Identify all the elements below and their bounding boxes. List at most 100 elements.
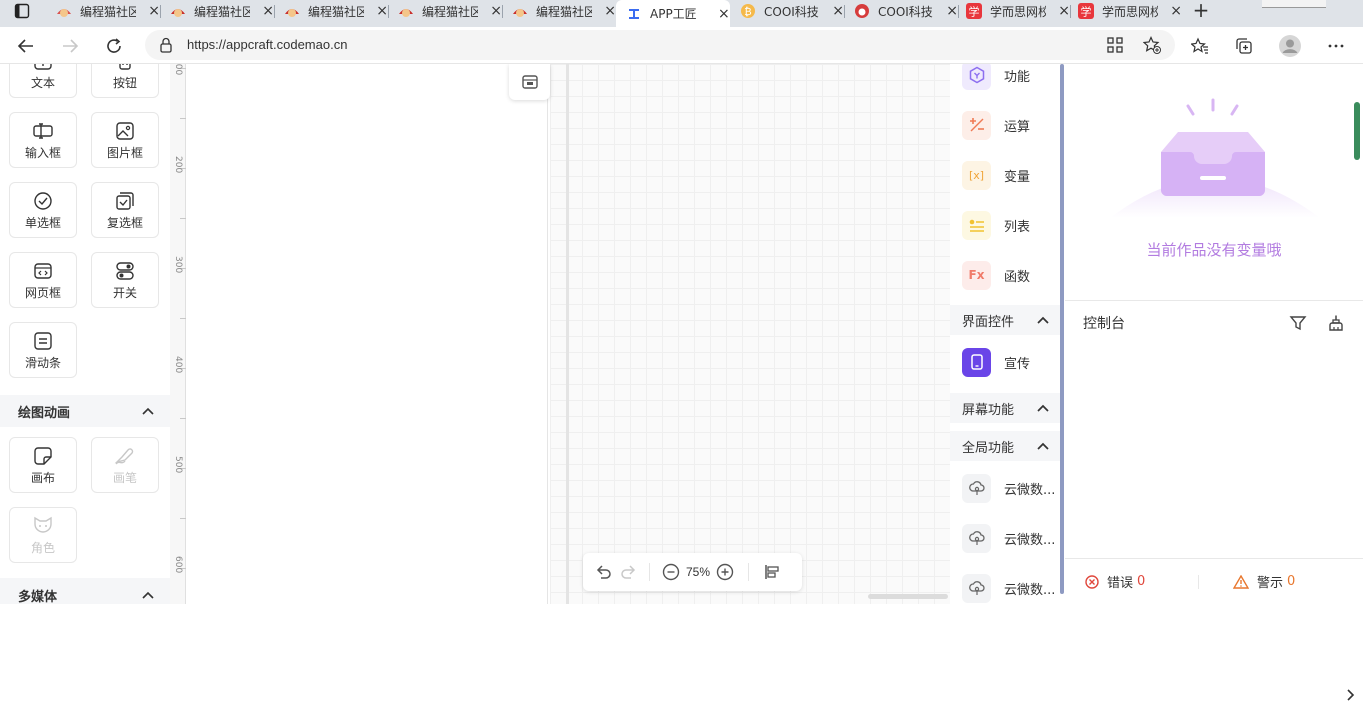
warning-counter[interactable]: 警示 0 <box>1199 572 1295 591</box>
filter-icon[interactable] <box>1289 314 1307 332</box>
browser-tab[interactable]: 编程猫社区 × <box>160 0 274 22</box>
close-icon[interactable]: × <box>490 3 502 19</box>
error-icon <box>1085 574 1099 589</box>
category-list[interactable]: 列表 <box>950 200 1063 250</box>
workspace-divider[interactable] <box>566 64 569 604</box>
vertical-scrollbar[interactable] <box>1354 102 1360 160</box>
zoom-level: 75% <box>686 565 711 579</box>
fx-icon: Fx <box>962 260 991 290</box>
add-favorite-icon[interactable] <box>1143 36 1161 54</box>
cat-favicon-icon <box>56 3 72 19</box>
blocks-workspace[interactable] <box>550 64 950 604</box>
category-variable[interactable]: [x] 变量 <box>950 150 1063 200</box>
tab-title: 编程猫社区 <box>80 4 137 19</box>
minimize-button[interactable] <box>1262 0 1296 8</box>
category-operation[interactable]: 运算 <box>950 100 1063 150</box>
svg-text:₿: ₿ <box>744 6 751 18</box>
section-header-media[interactable]: 多媒体 <box>0 578 170 604</box>
cloud-database-icon <box>962 573 991 603</box>
reload-button[interactable] <box>100 32 128 60</box>
section-title: 界面控件 <box>962 314 1015 330</box>
xue-favicon-icon: 学 <box>966 3 982 19</box>
component-image[interactable]: 图片框 <box>91 112 159 168</box>
close-icon[interactable]: × <box>946 3 958 19</box>
tab-actions-menu-button[interactable] <box>0 0 44 22</box>
new-tab-button[interactable]: + <box>1187 0 1215 22</box>
close-icon[interactable]: × <box>1058 3 1070 19</box>
browser-tab[interactable]: 学 学而思网校 × <box>958 0 1070 22</box>
component-pen[interactable]: 画笔 <box>91 437 159 493</box>
component-checkbox[interactable]: 复选框 <box>91 182 159 238</box>
back-button[interactable] <box>12 32 40 60</box>
section-header-global-functions[interactable]: 全局功能 <box>950 431 1063 461</box>
close-icon[interactable]: × <box>376 3 388 19</box>
component-webview[interactable]: 网页框 <box>9 252 77 308</box>
tab-title: COOI科技 <box>764 4 819 19</box>
component-sprite[interactable]: 角色 <box>9 507 77 563</box>
screen-toggle-button[interactable] <box>509 64 550 100</box>
profile-button[interactable] <box>1276 32 1304 60</box>
component-canvas[interactable]: 画布 <box>9 437 77 493</box>
design-canvas[interactable] <box>187 64 548 604</box>
errors-label: 错误 <box>1107 576 1134 591</box>
avatar-icon <box>1279 35 1301 57</box>
section-header-ui-controls[interactable]: 界面控件 <box>950 305 1063 335</box>
block-item-cloud-db[interactable]: 云微数... <box>950 463 1063 513</box>
error-counter[interactable]: 错误 0 <box>1065 574 1199 591</box>
app-grid-icon[interactable] <box>1107 37 1123 53</box>
redo-icon[interactable] <box>619 563 637 581</box>
close-icon[interactable]: × <box>604 3 616 19</box>
browser-tab[interactable]: 编程猫社区 × <box>502 0 616 22</box>
browser-tab[interactable]: 编程猫社区 × <box>46 0 160 22</box>
close-icon[interactable]: × <box>718 6 730 22</box>
maximize-button[interactable] <box>1292 0 1326 8</box>
console-header: 控制台 <box>1065 300 1363 344</box>
component-text[interactable]: 文本 <box>9 64 77 98</box>
category-function-definition[interactable]: Fx 函数 <box>950 250 1063 300</box>
zoom-in-icon[interactable] <box>716 563 734 581</box>
component-slider[interactable]: 滑动条 <box>9 322 77 378</box>
component-label: 输入框 <box>24 146 61 160</box>
component-input[interactable]: 输入框 <box>9 112 77 168</box>
close-icon[interactable]: × <box>832 3 844 19</box>
category-function[interactable]: 功能 <box>950 64 1063 100</box>
browser-tab[interactable]: COOI科技 × <box>844 0 958 22</box>
section-header-drawing[interactable]: 绘图动画 <box>0 395 170 427</box>
favorites-button[interactable] <box>1186 32 1214 60</box>
address-bar[interactable]: https://appcraft.codemao.cn <box>145 30 1175 60</box>
block-item-cloud-db[interactable]: 云微数... <box>950 513 1063 563</box>
settings-more-button[interactable] <box>1322 32 1350 60</box>
collections-button[interactable] <box>1230 32 1258 60</box>
workspace-horizontal-scrollbar[interactable] <box>868 594 948 599</box>
tab-title: 编程猫社区 <box>422 4 479 19</box>
ruler-tick <box>180 418 186 419</box>
browser-tab[interactable]: 编程猫社区 × <box>274 0 388 22</box>
component-radio[interactable]: 单选框 <box>9 182 77 238</box>
block-item-cloud-db[interactable]: 云微数... <box>950 563 1063 604</box>
chevron-up-icon <box>1037 442 1049 450</box>
category-scrollbar[interactable] <box>1060 64 1064 594</box>
close-icon[interactable]: × <box>262 3 274 19</box>
block-item-promo[interactable]: 宣传 <box>950 337 1063 387</box>
browser-tab-active[interactable]: APP工匠 × <box>616 0 730 27</box>
browser-tab[interactable]: 学 学而思网校 × <box>1070 0 1182 22</box>
close-icon[interactable]: × <box>148 3 160 19</box>
chevron-right-icon[interactable] <box>1342 688 1360 710</box>
zoom-out-icon[interactable] <box>662 563 680 581</box>
undo-icon[interactable] <box>595 563 613 581</box>
browser-tab[interactable]: ₿ COOI科技 × <box>730 0 844 22</box>
clear-console-icon[interactable] <box>1327 314 1345 332</box>
chevron-up-icon <box>1037 404 1049 412</box>
align-blocks-icon[interactable] <box>763 563 781 581</box>
section-title: 全局功能 <box>962 440 1015 456</box>
console-status-bar: 错误 0 警示 0 <box>1065 558 1363 604</box>
tab-title: COOI科技 <box>878 4 933 19</box>
tab-title: 编程猫社区 <box>308 4 365 19</box>
component-switch[interactable]: 开关 <box>91 252 159 308</box>
section-header-screen-functions[interactable]: 屏幕功能 <box>950 393 1063 423</box>
tab-title: 学而思网校 <box>990 4 1047 19</box>
component-button[interactable]: 按钮 <box>91 64 159 98</box>
forward-button[interactable] <box>56 32 84 60</box>
browser-tab[interactable]: 编程猫社区 × <box>388 0 502 22</box>
close-icon[interactable]: × <box>1170 3 1182 19</box>
